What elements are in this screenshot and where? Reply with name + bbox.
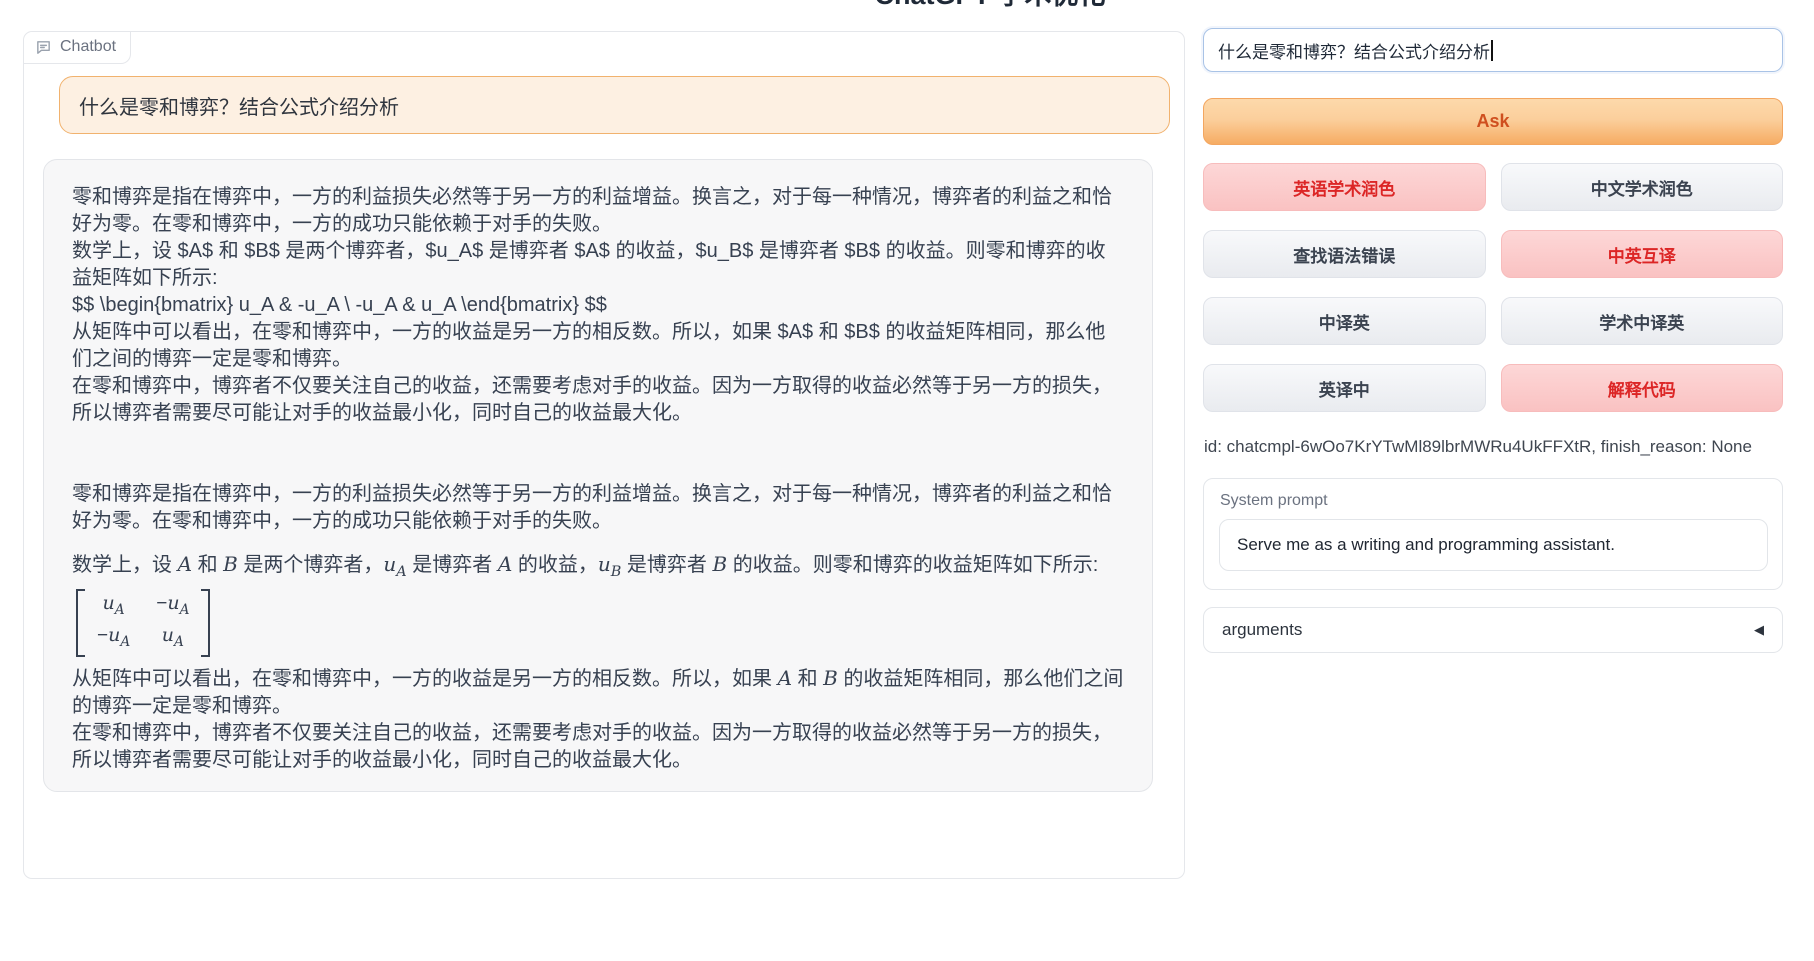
system-prompt-label: System prompt <box>1204 479 1782 510</box>
bot-rendered-paragraph: 在零和博弈中，博弈者不仅要关注自己的收益，还需要考虑对手的收益。因为一方取得的收… <box>72 720 1124 774</box>
bot-raw-latex-line: $$ \begin{bmatrix} u_A & -u_A \ -u_A & u… <box>72 292 1124 319</box>
button-zh-to-en[interactable]: 中译英 <box>1203 297 1486 345</box>
system-prompt-input[interactable]: Serve me as a writing and programming as… <box>1219 519 1768 571</box>
button-zh-en-mutual-translate[interactable]: 中英互译 <box>1501 230 1784 278</box>
button-find-grammar-errors[interactable]: 查找语法错误 <box>1203 230 1486 278</box>
response-status-text: id: chatcmpl-6wOo7KrYTwMl89lbrMWRu4UkFFX… <box>1204 437 1752 457</box>
matrix-cell: −uA <box>97 623 130 655</box>
user-message-bubble: 什么是零和博弈？结合公式介绍分析 <box>59 76 1170 134</box>
function-button-grid: 英语学术润色 中文学术润色 查找语法错误 中英互译 中译英 学术中译英 英译中 … <box>1203 163 1783 412</box>
app-root: ChatGPT 学术优化 Chatbot 什么是零和博弈？结合公式介绍分析 零和… <box>0 0 1814 961</box>
bot-raw-paragraph: 从矩阵中可以看出，在零和博弈中，一方的收益是另一方的相反数。所以，如果 $A$ … <box>72 319 1124 373</box>
matrix-cell: uA <box>97 591 130 623</box>
bot-rendered-paragraph-math: 从矩阵中可以看出，在零和博弈中，一方的收益是另一方的相反数。所以，如果 A 和 … <box>72 665 1124 720</box>
page-title: ChatGPT 学术优化 <box>874 0 1105 12</box>
bot-message-bubble: 零和博弈是指在博弈中，一方的利益损失必然等于另一方的利益增益。换言之，对于每一种… <box>43 159 1153 792</box>
arguments-accordion-header[interactable]: arguments ◀ <box>1203 607 1783 653</box>
text-cursor <box>1491 40 1493 61</box>
matrix-left-bracket <box>76 589 85 657</box>
arguments-accordion-label: arguments <box>1222 620 1302 640</box>
payoff-matrix: uA −uA −uA uA <box>76 589 210 657</box>
button-explain-code[interactable]: 解释代码 <box>1501 364 1784 412</box>
matrix-right-bracket <box>201 589 210 657</box>
chatbot-panel: Chatbot 什么是零和博弈？结合公式介绍分析 零和博弈是指在博弈中，一方的利… <box>23 31 1185 879</box>
button-academic-zh-to-en[interactable]: 学术中译英 <box>1501 297 1784 345</box>
bot-raw-paragraph: 数学上，设 $A$ 和 $B$ 是两个博弈者，$u_A$ 是博弈者 $A$ 的收… <box>72 238 1124 292</box>
ask-button-label: Ask <box>1476 111 1509 132</box>
matrix-cell: −uA <box>156 591 189 623</box>
ask-button[interactable]: Ask <box>1203 98 1783 145</box>
accordion-collapse-icon: ◀ <box>1754 622 1764 638</box>
paragraph-gap <box>72 427 1124 481</box>
button-en-to-zh[interactable]: 英译中 <box>1203 364 1486 412</box>
chat-bubble-icon <box>35 39 52 56</box>
chatbot-label: Chatbot <box>24 32 131 64</box>
matrix-cell: uA <box>156 623 189 655</box>
user-message-text: 什么是零和博弈？结合公式介绍分析 <box>79 91 399 120</box>
button-english-academic-polish[interactable]: 英语学术润色 <box>1203 163 1486 211</box>
system-prompt-value: Serve me as a writing and programming as… <box>1237 535 1615 555</box>
system-prompt-card: System prompt Serve me as a writing and … <box>1203 478 1783 590</box>
bot-rendered-paragraph: 零和博弈是指在博弈中，一方的利益损失必然等于另一方的利益增益。换言之，对于每一种… <box>72 481 1124 535</box>
bot-rendered-paragraph-math: 数学上，设 A 和 B 是两个博弈者，uA 是博弈者 A 的收益，uB 是博弈者… <box>72 551 1124 586</box>
question-input-value: 什么是零和博弈？结合公式介绍分析 <box>1218 38 1490 63</box>
bot-raw-paragraph: 零和博弈是指在博弈中，一方的利益损失必然等于另一方的利益增益。换言之，对于每一种… <box>72 184 1124 238</box>
bot-raw-paragraph: 在零和博弈中，博弈者不仅要关注自己的收益，还需要考虑对手的收益。因为一方取得的收… <box>72 373 1124 427</box>
rendered-matrix-block: uA −uA −uA uA <box>72 586 1124 665</box>
button-chinese-academic-polish[interactable]: 中文学术润色 <box>1501 163 1784 211</box>
question-input[interactable]: 什么是零和博弈？结合公式介绍分析 <box>1203 28 1783 72</box>
chatbot-label-text: Chatbot <box>60 38 116 56</box>
